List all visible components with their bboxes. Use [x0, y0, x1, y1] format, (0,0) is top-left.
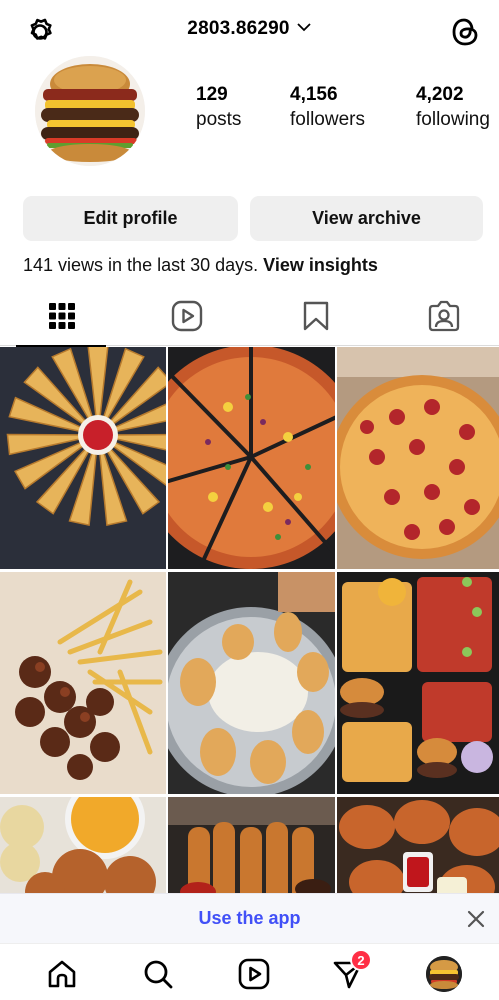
- edit-profile-button[interactable]: Edit profile: [23, 196, 238, 241]
- notification-badge: 2: [350, 949, 372, 971]
- following-count: 4,202: [416, 84, 464, 105]
- post-tile[interactable]: [0, 572, 166, 794]
- bookmark-icon: [302, 300, 330, 337]
- grid-icon: [48, 302, 76, 335]
- view-archive-button[interactable]: View archive: [250, 196, 483, 241]
- followers-stat[interactable]: 4,156 followers: [290, 84, 365, 134]
- post-tile[interactable]: [337, 797, 499, 907]
- posts-count: 129: [196, 84, 228, 105]
- chevron-down-icon: [296, 20, 312, 38]
- views-text: 141 views in the last 30 days.: [23, 255, 259, 275]
- top-header: 2803.86290: [0, 0, 499, 62]
- home-icon[interactable]: [44, 956, 80, 992]
- post-tile[interactable]: [0, 797, 166, 907]
- tab-saved[interactable]: [254, 290, 378, 346]
- activity-icon[interactable]: 2: [330, 949, 372, 992]
- use-app-link[interactable]: Use the app: [198, 908, 300, 929]
- search-icon[interactable]: [140, 956, 176, 992]
- tab-reels[interactable]: [125, 290, 249, 346]
- followers-count: 4,156: [290, 84, 338, 105]
- post-tile[interactable]: [168, 572, 335, 794]
- post-tile[interactable]: [337, 572, 499, 794]
- profile-tabs: [0, 290, 499, 347]
- username: 2803.86290: [187, 18, 290, 39]
- close-icon[interactable]: [465, 908, 487, 930]
- view-insights-link[interactable]: View insights: [263, 255, 378, 275]
- following-stat[interactable]: 4,202 following: [416, 84, 490, 134]
- reels-icon[interactable]: [236, 956, 272, 992]
- account-switcher[interactable]: 2803.86290: [0, 18, 499, 40]
- threads-icon[interactable]: [445, 12, 485, 52]
- followers-label: followers: [290, 109, 365, 130]
- reels-icon: [171, 300, 203, 337]
- following-label: following: [416, 109, 490, 130]
- insights-line: 141 views in the last 30 days. View insi…: [23, 255, 378, 276]
- tagged-person-icon: [428, 300, 460, 337]
- profile-avatar[interactable]: [35, 56, 145, 166]
- posts-label: posts: [196, 109, 242, 130]
- tab-grid[interactable]: [0, 290, 124, 347]
- post-tile[interactable]: [168, 347, 335, 569]
- post-tile[interactable]: [0, 347, 166, 569]
- use-app-banner[interactable]: Use the app: [0, 893, 499, 943]
- tab-tagged[interactable]: [382, 290, 499, 346]
- profile-avatar[interactable]: [426, 956, 462, 992]
- posts-stat: 129 posts: [196, 84, 241, 134]
- bottom-navigation: 2: [0, 943, 499, 1000]
- post-tile[interactable]: [168, 797, 335, 907]
- posts-grid: [0, 347, 499, 907]
- post-tile[interactable]: [337, 347, 499, 569]
